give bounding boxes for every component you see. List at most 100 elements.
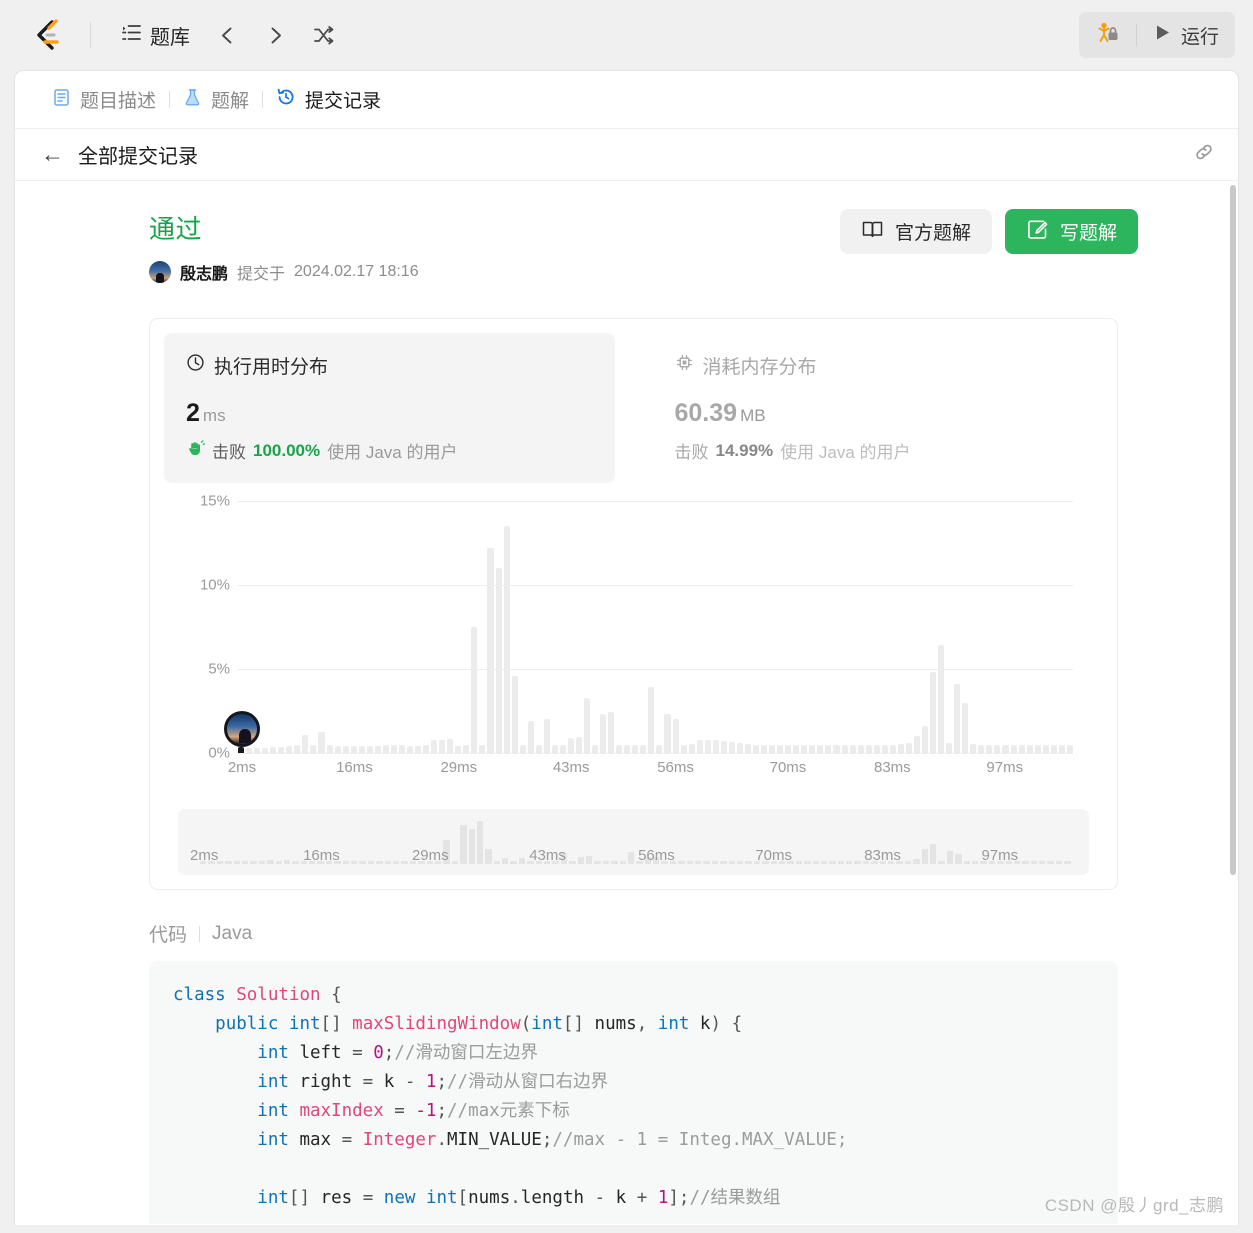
chart-bar[interactable] xyxy=(600,714,607,753)
chart-bar[interactable] xyxy=(1066,745,1073,753)
tab-description[interactable]: 题目描述 xyxy=(39,86,169,113)
chart-bar[interactable] xyxy=(954,684,961,753)
chart-bar[interactable] xyxy=(664,714,671,753)
back-arrow-icon[interactable]: ← xyxy=(41,143,64,166)
chart-bar[interactable] xyxy=(632,744,639,753)
chart-bar[interactable] xyxy=(527,721,534,753)
chart-bar[interactable] xyxy=(897,743,904,753)
chart-bar[interactable] xyxy=(616,744,623,753)
chart-bar[interactable] xyxy=(334,746,341,753)
chart-bar[interactable] xyxy=(930,672,937,753)
chart-bar[interactable] xyxy=(913,736,920,753)
chart-bar[interactable] xyxy=(439,740,446,753)
chart-bar[interactable] xyxy=(1002,744,1009,753)
official-solution-button[interactable]: 官方题解 xyxy=(839,209,992,254)
chart-bar[interactable] xyxy=(495,568,502,753)
chart-bar[interactable] xyxy=(761,744,768,753)
chart-bar[interactable] xyxy=(511,675,518,753)
chart-bar[interactable] xyxy=(921,726,929,753)
chart-bar[interactable] xyxy=(519,744,526,753)
chart-bar[interactable] xyxy=(326,745,333,753)
chart-bar[interactable] xyxy=(567,737,574,753)
tab-solutions[interactable]: 题解 xyxy=(170,86,262,113)
chart-bar[interactable] xyxy=(978,744,985,753)
chart-bar[interactable] xyxy=(648,687,655,753)
chart-bar[interactable] xyxy=(342,746,349,753)
run-button[interactable]: 运行 xyxy=(1137,12,1235,58)
chart-bar[interactable] xyxy=(1058,744,1065,753)
tab-submissions[interactable]: 提交记录 xyxy=(263,86,394,113)
avatar[interactable] xyxy=(149,261,171,283)
chart-bar[interactable] xyxy=(503,526,510,753)
chevron-left-icon[interactable] xyxy=(210,18,244,52)
write-solution-button[interactable]: 写题解 xyxy=(1004,209,1138,254)
chart-bar[interactable] xyxy=(849,744,856,753)
chart-bar[interactable] xyxy=(310,744,317,753)
chart-bar[interactable] xyxy=(543,719,550,753)
chart-bar[interactable] xyxy=(479,745,486,753)
debug-lock-button[interactable] xyxy=(1079,12,1136,58)
chart-bar[interactable] xyxy=(736,742,743,753)
chart-bar[interactable] xyxy=(720,741,727,753)
chart-bar[interactable] xyxy=(728,742,735,753)
chart-bar[interactable] xyxy=(406,746,414,753)
chart-bar[interactable] xyxy=(873,744,880,753)
chart-user-avatar-marker[interactable] xyxy=(224,711,261,747)
chart-bar[interactable] xyxy=(809,744,816,753)
chart-bar[interactable] xyxy=(423,745,430,753)
chart-bar[interactable] xyxy=(374,746,381,753)
chart-bar[interactable] xyxy=(905,742,912,753)
chart-bar[interactable] xyxy=(833,744,840,753)
chart-bar[interactable] xyxy=(1026,744,1033,753)
chart-bar[interactable] xyxy=(455,746,462,753)
chart-bar[interactable] xyxy=(1050,744,1057,753)
chart-bar[interactable] xyxy=(889,744,896,753)
chart-bar[interactable] xyxy=(962,702,969,753)
chart-bar[interactable] xyxy=(793,744,800,753)
chart-bar[interactable] xyxy=(704,740,711,753)
chart-bar[interactable] xyxy=(712,740,719,753)
chart-bar[interactable] xyxy=(471,627,478,753)
chart-bar[interactable] xyxy=(680,744,687,753)
code-block[interactable]: class Solution { public int[] maxSliding… xyxy=(173,981,1094,1213)
chart-bar[interactable] xyxy=(294,745,301,753)
chart-bar[interactable] xyxy=(817,744,824,753)
chart-bar[interactable] xyxy=(366,746,373,753)
chart-bar[interactable] xyxy=(994,744,1001,753)
chart-bar[interactable] xyxy=(535,744,542,753)
chart-bar[interactable] xyxy=(688,743,695,753)
chart-bar[interactable] xyxy=(398,745,405,753)
chart-brush[interactable]: 2ms 16ms 29ms 43ms 56ms 70ms 83ms 97ms xyxy=(178,809,1089,875)
chart-bar[interactable] xyxy=(640,744,647,753)
chart-bar[interactable] xyxy=(785,744,792,753)
memory-stat[interactable]: 消耗内存分布 60.39 MB 击败 14.99% 使用 Java 的用户 xyxy=(653,333,1104,483)
chart-bar[interactable] xyxy=(769,744,776,753)
chart-bar[interactable] xyxy=(801,744,808,753)
chart-bar[interactable] xyxy=(656,744,663,753)
chart-bar[interactable] xyxy=(753,744,760,753)
chart-bar[interactable] xyxy=(390,745,397,753)
submitter-name[interactable]: 殷志鹏 xyxy=(180,260,228,284)
chart-bar[interactable] xyxy=(551,745,558,753)
chart-bar[interactable] xyxy=(841,744,848,753)
chart-bar[interactable] xyxy=(584,697,591,753)
chart-bar[interactable] xyxy=(825,744,832,753)
chart-bar[interactable] xyxy=(382,745,389,753)
chart-bar[interactable] xyxy=(1010,744,1017,753)
chart-bar[interactable] xyxy=(1018,744,1025,753)
chart-bar[interactable] xyxy=(865,744,872,753)
chart-bar[interactable] xyxy=(575,737,583,753)
chart-bar[interactable] xyxy=(938,645,945,753)
shuffle-icon[interactable] xyxy=(306,18,340,52)
chart-bar[interactable] xyxy=(350,746,357,753)
view-more-button[interactable]: 查看更多 xyxy=(173,1223,1094,1224)
chart-bar[interactable] xyxy=(1034,744,1041,753)
chart-bar[interactable] xyxy=(358,746,365,753)
chart-bar[interactable] xyxy=(559,745,566,753)
vertical-scrollbar[interactable] xyxy=(1230,185,1236,875)
chart-bar[interactable] xyxy=(286,746,293,753)
chart-bar[interactable] xyxy=(624,744,631,753)
chart-bar[interactable] xyxy=(986,744,993,753)
chart-bar[interactable] xyxy=(672,718,679,753)
chart-bar[interactable] xyxy=(946,742,953,753)
